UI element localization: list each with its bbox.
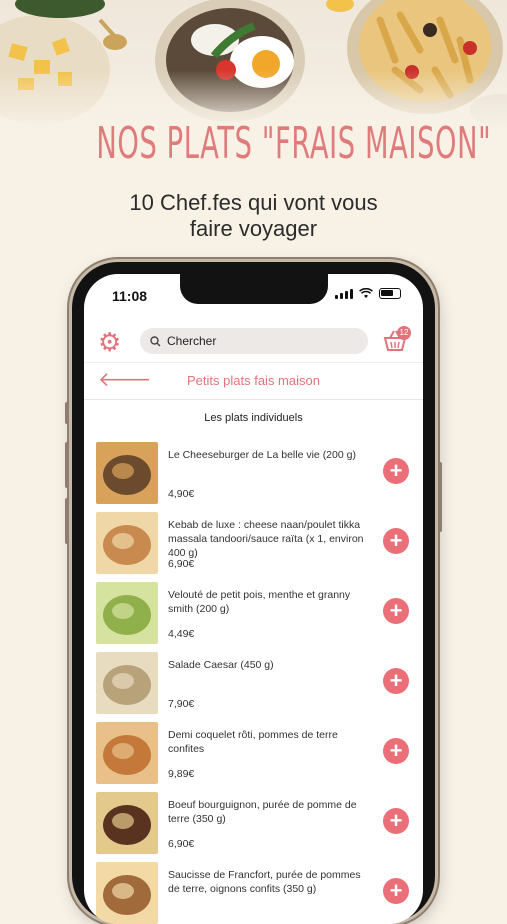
cart-count-badge: 12 bbox=[397, 326, 411, 340]
status-time: 11:08 bbox=[112, 288, 148, 304]
add-to-cart-plus-icon[interactable]: + bbox=[383, 808, 409, 834]
list-item[interactable]: Velouté de petit pois, menthe et granny … bbox=[84, 582, 423, 652]
dish-photo bbox=[96, 442, 158, 504]
add-to-cart-plus-icon[interactable]: + bbox=[383, 878, 409, 904]
dish-price: 6,90€ bbox=[168, 838, 195, 850]
list-item[interactable]: Boeuf bourguignon, purée de pomme de ter… bbox=[84, 792, 423, 862]
dish-name: Boeuf bourguignon, purée de pomme de ter… bbox=[168, 799, 357, 825]
add-to-cart-plus-icon[interactable]: + bbox=[383, 738, 409, 764]
list-item[interactable]: Kebab de luxe : cheese naan/poulet tikka… bbox=[84, 512, 423, 582]
dish-photo bbox=[96, 722, 158, 784]
list-item[interactable]: Saucisse de Francfort, purée de pommes d… bbox=[84, 862, 423, 924]
dish-name: Salade Caesar (450 g) bbox=[168, 659, 274, 671]
list-item[interactable]: Salade Caesar (450 g) 7,90€ + bbox=[84, 652, 423, 722]
nav-bar: 🡐 Petits plats fais maison bbox=[84, 362, 423, 400]
phone-mockup: 11:08 ⚙ Chercher 12 🡐 Petits plats fais … bbox=[65, 262, 442, 924]
list-item[interactable]: Le Cheeseburger de La belle vie (200 g) 4… bbox=[84, 442, 423, 512]
dish-list: Le Cheeseburger de La belle vie (200 g) 4… bbox=[84, 442, 423, 924]
subline-line-2: faire voyager bbox=[189, 216, 318, 241]
dish-name: Velouté de petit pois, menthe et granny … bbox=[168, 589, 351, 615]
section-title: Les plats individuels bbox=[204, 412, 303, 424]
search-icon bbox=[150, 335, 161, 346]
hero-food-photo bbox=[0, 0, 507, 130]
notch bbox=[180, 274, 328, 304]
add-to-cart-plus-icon[interactable]: + bbox=[383, 668, 409, 694]
settings-gear-icon[interactable]: ⚙ bbox=[98, 329, 122, 355]
add-to-cart-plus-icon[interactable]: + bbox=[383, 528, 409, 554]
top-bar: ⚙ Chercher 12 bbox=[84, 320, 423, 362]
dish-name: Le Cheeseburger de La belle vie (200 g) bbox=[168, 449, 356, 461]
dish-price: 6,90€ bbox=[168, 558, 195, 570]
search-field[interactable]: Chercher bbox=[140, 328, 368, 354]
dish-price: 4,90€ bbox=[168, 488, 195, 500]
add-to-cart-plus-icon[interactable]: + bbox=[383, 598, 409, 624]
phone-screen: 11:08 ⚙ Chercher 12 🡐 Petits plats fais … bbox=[84, 274, 423, 924]
dish-name: Kebab de luxe : cheese naan/poulet tikka… bbox=[168, 519, 364, 559]
dish-price: 7,90€ bbox=[168, 698, 195, 710]
dish-name: Demi coquelet rôti, pommes de terre conf… bbox=[168, 729, 338, 755]
status-icons bbox=[335, 288, 401, 299]
dish-price: 4,49€ bbox=[168, 628, 195, 640]
dish-photo bbox=[96, 792, 158, 854]
headline: NOS PLATS "FRAIS MAISON" bbox=[96, 118, 492, 169]
dish-photo bbox=[96, 512, 158, 574]
search-placeholder: Chercher bbox=[167, 334, 217, 348]
subline-line-1: 10 Chef.fes qui vont vous bbox=[129, 190, 378, 215]
cart-button[interactable]: 12 bbox=[381, 326, 411, 356]
signal-icon bbox=[335, 288, 353, 299]
dish-photo bbox=[96, 862, 158, 924]
dish-photo bbox=[96, 582, 158, 644]
add-to-cart-plus-icon[interactable]: + bbox=[383, 458, 409, 484]
dish-name: Saucisse de Francfort, purée de pommes d… bbox=[168, 869, 361, 895]
battery-icon bbox=[379, 288, 401, 299]
subline: 10 Chef.fes qui vont vous faire voyager bbox=[0, 190, 507, 242]
wifi-icon bbox=[359, 288, 373, 298]
list-item[interactable]: Demi coquelet rôti, pommes de terre conf… bbox=[84, 722, 423, 792]
nav-title: Petits plats fais maison bbox=[187, 373, 320, 388]
dish-price: 9,89€ bbox=[168, 768, 195, 780]
dish-photo bbox=[96, 652, 158, 714]
